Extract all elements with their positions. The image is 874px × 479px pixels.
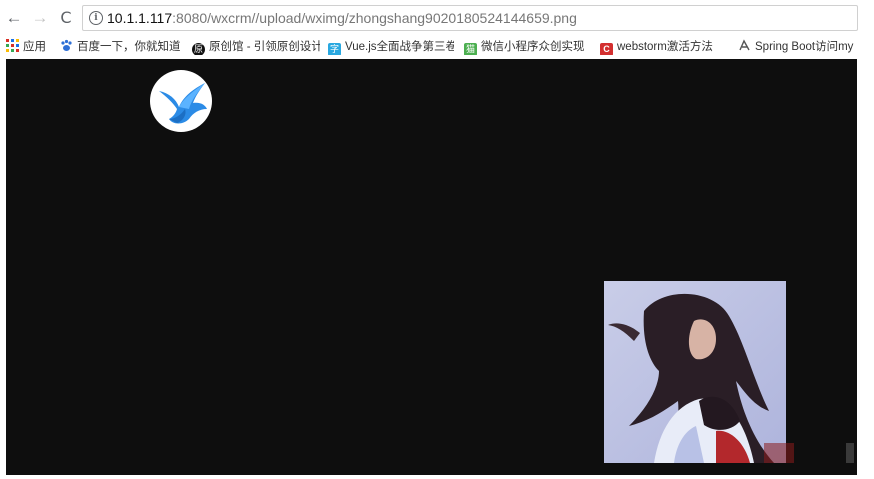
csdn-c-icon: C xyxy=(600,43,613,55)
watermark-stamp xyxy=(764,443,794,463)
bookmark-label: 应用 xyxy=(23,41,46,53)
baidu-paw-icon xyxy=(60,39,73,52)
reload-button[interactable]: C xyxy=(56,8,76,28)
bookmark-yuanchuang[interactable]: 原原创馆 - 引领原创设计 xyxy=(192,39,320,55)
yuanchuang-icon: 原 xyxy=(192,43,205,55)
bookmarks-bar: 应用 百度一下，你就知道 原原创馆 - 引领原创设计 字 Vue.js全面战争第三… xyxy=(0,36,874,58)
url-text[interactable]: 10.1.1.117:8080/wxcrm//upload/wximg/zhon… xyxy=(107,10,577,26)
apps-grid-icon xyxy=(6,39,19,52)
vue-book-icon: 字 xyxy=(328,43,341,55)
browser-toolbar: ← → C i 10.1.1.117:8080/wxcrm//upload/wx… xyxy=(0,0,874,36)
bookmark-label: 百度一下，你就知道 xyxy=(77,41,181,53)
portrait-photo xyxy=(604,281,786,463)
bookmark-apps[interactable]: 应用 xyxy=(6,39,56,55)
wechat-app-icon: 猫 xyxy=(464,43,477,55)
bookmark-label: Vue.js全面战争第三卷 xyxy=(345,41,454,53)
bookmark-label: Spring Boot访问my xyxy=(755,41,854,53)
url-path: :8080/wxcrm//upload/wximg/zhongshang9020… xyxy=(172,10,577,26)
back-button[interactable]: ← xyxy=(4,8,24,28)
url-host: 10.1.1.117 xyxy=(107,10,173,26)
bird-logo-icon xyxy=(149,69,213,133)
forward-button[interactable]: → xyxy=(30,8,50,28)
spring-leaf-icon xyxy=(738,39,751,52)
info-icon[interactable]: i xyxy=(89,11,103,25)
scroll-indicator[interactable] xyxy=(846,443,854,463)
address-bar[interactable]: i 10.1.1.117:8080/wxcrm//upload/wximg/zh… xyxy=(82,5,858,31)
bookmark-label: 原创馆 - 引领原创设计 xyxy=(209,41,320,53)
image-viewport xyxy=(6,59,857,475)
bookmark-wechat[interactable]: 猫微信小程序众创实现 xyxy=(464,39,590,55)
bookmark-baidu[interactable]: 百度一下，你就知道 xyxy=(60,39,186,55)
bookmark-label: 微信小程序众创实现 xyxy=(481,41,585,53)
bookmark-vue[interactable]: 字 Vue.js全面战争第三卷 xyxy=(328,39,454,55)
bookmark-webstorm[interactable]: Cwebstorm激活方法 xyxy=(600,39,726,55)
bookmark-label: webstorm激活方法 xyxy=(617,41,713,53)
bookmark-spring[interactable]: Spring Boot访问my xyxy=(738,39,858,55)
